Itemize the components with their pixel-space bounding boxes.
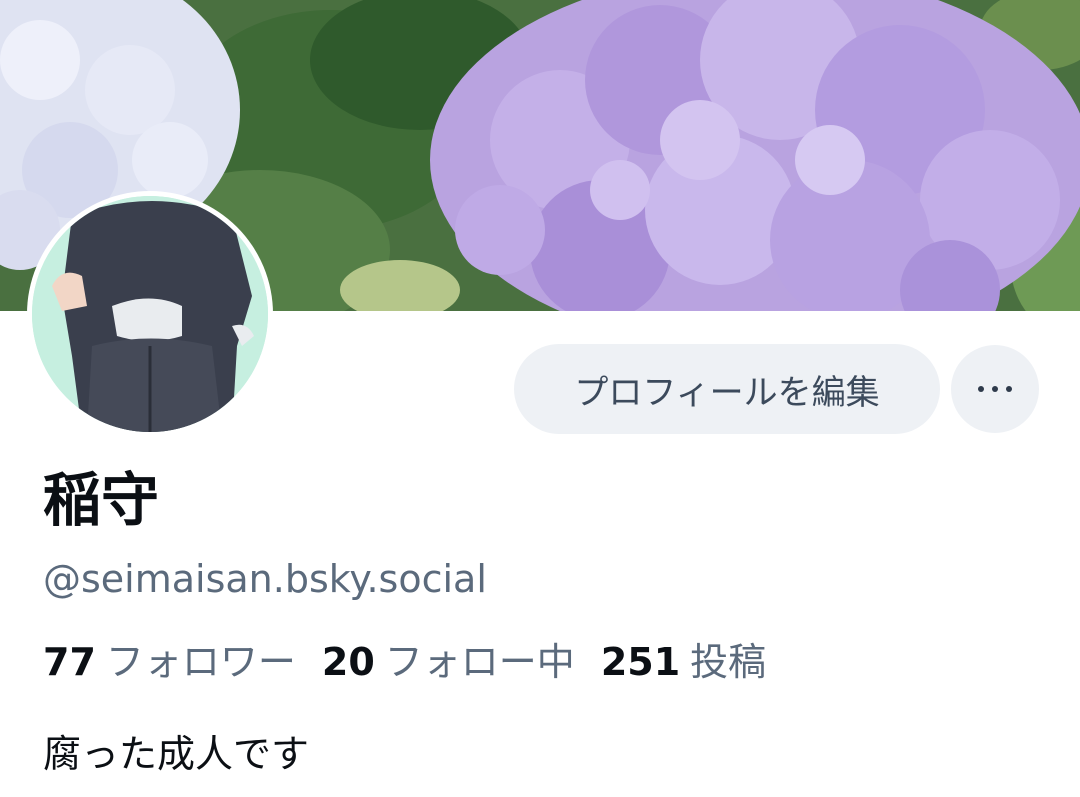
posts-stat: 251 投稿: [601, 636, 766, 688]
followers-label: フォロワー: [105, 640, 296, 684]
profile-handle: @seimaisan.bsky.social: [43, 557, 487, 601]
more-dot: [992, 386, 998, 392]
profile-bio: 腐った成人です: [43, 732, 310, 776]
avatar-image: [32, 196, 268, 432]
following-count: 20: [321, 640, 375, 684]
posts-label: 投稿: [690, 640, 767, 684]
following-link[interactable]: 20 フォロー中: [322, 636, 575, 688]
display-name: 稲守: [43, 466, 160, 534]
profile-stats: 77 フォロワー 20 フォロー中 251 投稿: [43, 636, 766, 688]
edit-profile-button[interactable]: プロフィールを編集: [514, 344, 940, 434]
more-options-button[interactable]: [951, 345, 1039, 433]
more-horizontal-icon: [978, 386, 984, 392]
more-dot: [1006, 386, 1012, 392]
profile-page: プロフィールを編集 稲守 @seimaisan.bsky.social 77 フォ…: [0, 0, 1080, 797]
avatar[interactable]: [27, 191, 273, 437]
following-label: フォロー中: [384, 640, 575, 684]
followers-count: 77: [43, 640, 96, 684]
posts-count: 251: [600, 640, 681, 684]
followers-link[interactable]: 77 フォロワー: [43, 636, 296, 688]
